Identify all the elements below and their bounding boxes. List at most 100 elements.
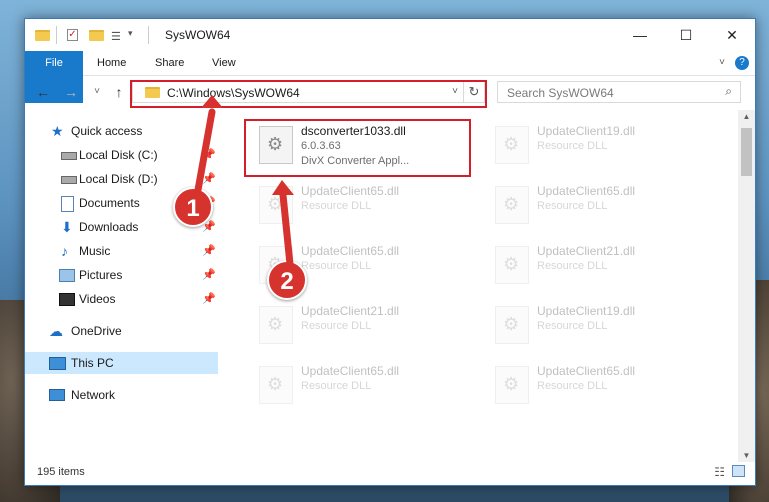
file-description: Resource DLL: [537, 200, 608, 212]
tab-home[interactable]: Home: [83, 51, 140, 75]
maximize-button[interactable]: ☐: [663, 19, 709, 51]
drive-icon: [61, 176, 77, 184]
search-placeholder: Search SysWOW64: [507, 86, 614, 100]
file-item[interactable]: UpdateClient19.dll Resource DLL: [487, 302, 707, 354]
sidebar-item-label: OneDrive: [71, 324, 122, 338]
sidebar-item-label: Pictures: [79, 268, 123, 282]
pictures-icon: [59, 269, 75, 282]
divider: [56, 26, 57, 44]
file-description: Resource DLL: [301, 380, 372, 392]
network-icon: [49, 389, 65, 401]
dll-file-icon: [495, 366, 529, 404]
file-highlight-box: [244, 119, 471, 177]
recent-locations-button[interactable]: ˅: [89, 86, 105, 97]
scroll-down-icon[interactable]: ▼: [738, 451, 755, 460]
back-button[interactable]: ←: [35, 84, 51, 100]
title-bar: ✓ ☰ ▾ SysWOW64 — ☐ ✕: [25, 19, 755, 51]
dll-file-icon: [495, 126, 529, 164]
sidebar-item-label: Network: [71, 388, 116, 402]
sidebar-item-label: Quick access: [71, 124, 143, 138]
explorer-window: ✓ ☰ ▾ SysWOW64 — ☐ ✕ File Home Share Vie…: [24, 18, 756, 486]
pin-icon: 📌: [202, 149, 216, 161]
star-icon: ★: [51, 123, 64, 139]
sidebar-item-label: Downloads: [79, 220, 139, 234]
pin-icon: 📌: [202, 245, 216, 257]
file-description: Resource DLL: [301, 200, 372, 212]
minimize-button[interactable]: —: [617, 19, 663, 51]
forward-button[interactable]: →: [63, 84, 79, 100]
file-name: UpdateClient21.dll: [537, 244, 636, 258]
properties-icon[interactable]: ✓: [67, 29, 78, 41]
step-1-badge: 1: [173, 187, 213, 227]
search-input[interactable]: Search SysWOW64 ⌕: [497, 81, 741, 103]
file-item[interactable]: UpdateClient65.dll Resource DLL: [487, 362, 707, 414]
file-description: Resource DLL: [301, 260, 372, 272]
drive-icon: [61, 152, 77, 160]
file-item[interactable]: UpdateClient65.dll Resource DLL: [251, 182, 471, 234]
file-description: Resource DLL: [537, 260, 608, 272]
item-count: 195 items: [37, 466, 85, 478]
sidebar-item-onedrive[interactable]: ☁ OneDrive: [25, 320, 218, 342]
sidebar-item-label: This PC: [71, 356, 114, 370]
sidebar-item-videos[interactable]: Videos 📌: [25, 288, 218, 310]
downloads-icon: ⬇: [61, 219, 73, 235]
new-folder-icon[interactable]: [89, 28, 105, 44]
onedrive-icon: ☁: [49, 323, 63, 339]
dll-file-icon: [259, 306, 293, 344]
dll-file-icon: [259, 366, 293, 404]
scroll-up-icon[interactable]: ▲: [738, 112, 755, 121]
sidebar-item-music[interactable]: ♪ Music 📌: [25, 240, 218, 262]
sidebar-item-network[interactable]: Network: [25, 384, 218, 406]
ribbon-tabs: File Home Share View ˅ ?: [25, 51, 755, 103]
window-title: SysWOW64: [165, 28, 231, 42]
file-description: Resource DLL: [537, 140, 608, 152]
pin-icon: 📌: [202, 269, 216, 281]
sidebar-item-quick-access[interactable]: ★ Quick access: [25, 120, 218, 142]
customize-toolbar-icon[interactable]: ▾: [128, 28, 144, 44]
tiles-view-icon[interactable]: [732, 465, 745, 477]
file-name: UpdateClient21.dll: [301, 304, 400, 318]
dll-file-icon: [495, 246, 529, 284]
divider: [148, 26, 149, 44]
file-item[interactable]: UpdateClient21.dll Resource DLL: [487, 242, 707, 294]
tab-view[interactable]: View: [198, 51, 250, 75]
search-icon: ⌕: [725, 84, 732, 98]
step-2-badge: 2: [267, 260, 307, 300]
file-item[interactable]: UpdateClient65.dll Resource DLL: [487, 182, 707, 234]
pin-icon: 📌: [202, 293, 216, 305]
videos-icon: [59, 293, 75, 306]
sidebar-item-pictures[interactable]: Pictures 📌: [25, 264, 218, 286]
folder-icon[interactable]: [35, 28, 51, 44]
file-name: UpdateClient65.dll: [537, 364, 636, 378]
scrollbar-thumb[interactable]: [741, 128, 752, 176]
details-view-icon[interactable]: ☷: [714, 465, 725, 479]
file-item[interactable]: UpdateClient19.dll Resource DLL: [487, 122, 707, 174]
close-button[interactable]: ✕: [709, 19, 755, 51]
sidebar-item-label: Videos: [79, 292, 116, 306]
sidebar-item-label: Local Disk (C:): [79, 148, 158, 162]
file-description: Resource DLL: [301, 320, 372, 332]
documents-icon: [61, 196, 74, 212]
layout-icon[interactable]: ☰: [111, 30, 127, 46]
sidebar-item-local-disk-c[interactable]: Local Disk (C:) 📌: [25, 144, 218, 166]
address-highlight-box: [130, 80, 487, 108]
sidebar-item-label: Music: [79, 244, 111, 258]
music-icon: ♪: [61, 243, 68, 259]
up-button[interactable]: ↑: [111, 84, 127, 100]
help-icon[interactable]: ?: [735, 56, 749, 70]
vertical-scrollbar[interactable]: ▲ ▼: [738, 110, 755, 462]
file-name: UpdateClient65.dll: [301, 184, 400, 198]
dll-file-icon: [495, 306, 529, 344]
file-name: UpdateClient65.dll: [301, 244, 400, 258]
status-bar: 195 items ☷: [25, 461, 755, 485]
dll-file-icon: [495, 186, 529, 224]
file-name: UpdateClient65.dll: [301, 364, 400, 378]
file-item[interactable]: UpdateClient65.dll Resource DLL: [251, 362, 471, 414]
tab-share[interactable]: Share: [141, 51, 198, 75]
sidebar-item-this-pc[interactable]: This PC: [25, 352, 218, 374]
sidebar-item-label: Local Disk (D:): [79, 172, 158, 186]
pin-icon: 📌: [202, 173, 216, 185]
dll-file-icon: [259, 186, 293, 224]
ribbon-expand-icon[interactable]: ˅: [719, 57, 725, 68]
file-item[interactable]: UpdateClient21.dll Resource DLL: [251, 302, 471, 354]
